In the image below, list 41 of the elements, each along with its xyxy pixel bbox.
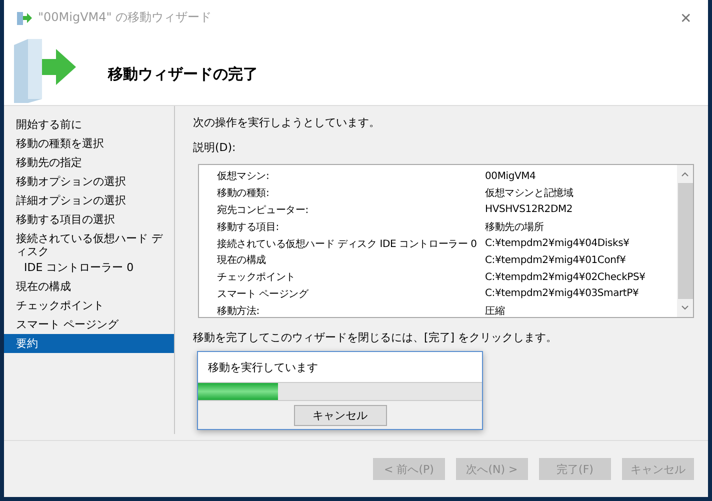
sidebar-item[interactable]: チェックポイント [4,296,174,315]
sidebar-item[interactable]: 移動オプションの選択 [4,172,174,191]
property-value: C:¥tempdm2¥mig4¥03SmartP¥ [485,288,639,300]
property-value: 移動先の場所 [485,220,544,234]
property-name: 移動方法: [217,304,260,318]
property-value: C:¥tempdm2¥mig4¥01Conf¥ [485,254,626,266]
sidebar-item[interactable]: 移動する項目の選択 [4,210,174,229]
property-value: C:¥tempdm2¥mig4¥02CheckPS¥ [485,272,646,283]
sidebar-item[interactable]: 移動の種類を選択 [4,134,174,153]
property-name: 宛先コンピューター: [217,204,310,217]
sidebar-item[interactable]: 詳細オプションの選択 [4,191,174,210]
property-value: C:¥tempdm2¥mig4¥04Disks¥ [485,238,630,250]
property-name: 移動する項目: [217,220,280,234]
progress-message: 移動を実行しています [198,352,482,382]
sidebar-item[interactable]: 要約 [4,334,174,353]
property-name: 仮想マシン: [217,170,270,184]
sidebar-item[interactable]: 開始する前に [4,115,174,134]
property-value: 圧縮 [485,304,505,318]
description-label: 説明(D): [193,140,237,155]
sidebar-item[interactable]: 接続されている仮想ハード ディスク [4,229,174,261]
page-heading: 移動ウィザードの完了 [108,64,258,84]
scrollbar[interactable] [677,165,693,317]
property-name: 接続されている仮想ハード ディスク IDE コントローラー 0 [217,238,478,251]
close-button[interactable]: ✕ [672,10,700,26]
sidebar-item[interactable]: 移動先の指定 [4,153,174,172]
server-arrow-icon [12,37,78,103]
property-value: 00MigVM4 [485,170,536,182]
sidebar-item[interactable]: 現在の構成 [4,277,174,296]
property-name: 移動の種類: [217,186,270,200]
property-value: HVSHVS12R2DM2 [485,204,573,216]
cancel-button[interactable]: キャンセル [294,405,386,426]
finish-hint: 移動を完了してこのウィザードを閉じるには、[完了] をクリックします。 [193,330,558,345]
property-name: スマート ページング [217,288,310,301]
window-title: "00MigVM4" の移動ウィザード [38,9,213,26]
property-name: チェックポイント [217,271,296,284]
property-name: 現在の構成 [217,254,268,268]
sidebar-item[interactable]: IDE コントローラー 0 [4,261,182,277]
sidebar-item[interactable]: スマート ページング [4,315,174,334]
property-value: 仮想マシンと記憶域 [485,186,574,200]
app-icon [16,10,32,26]
intro-text: 次の操作を実行しようとしています。 [193,115,381,130]
